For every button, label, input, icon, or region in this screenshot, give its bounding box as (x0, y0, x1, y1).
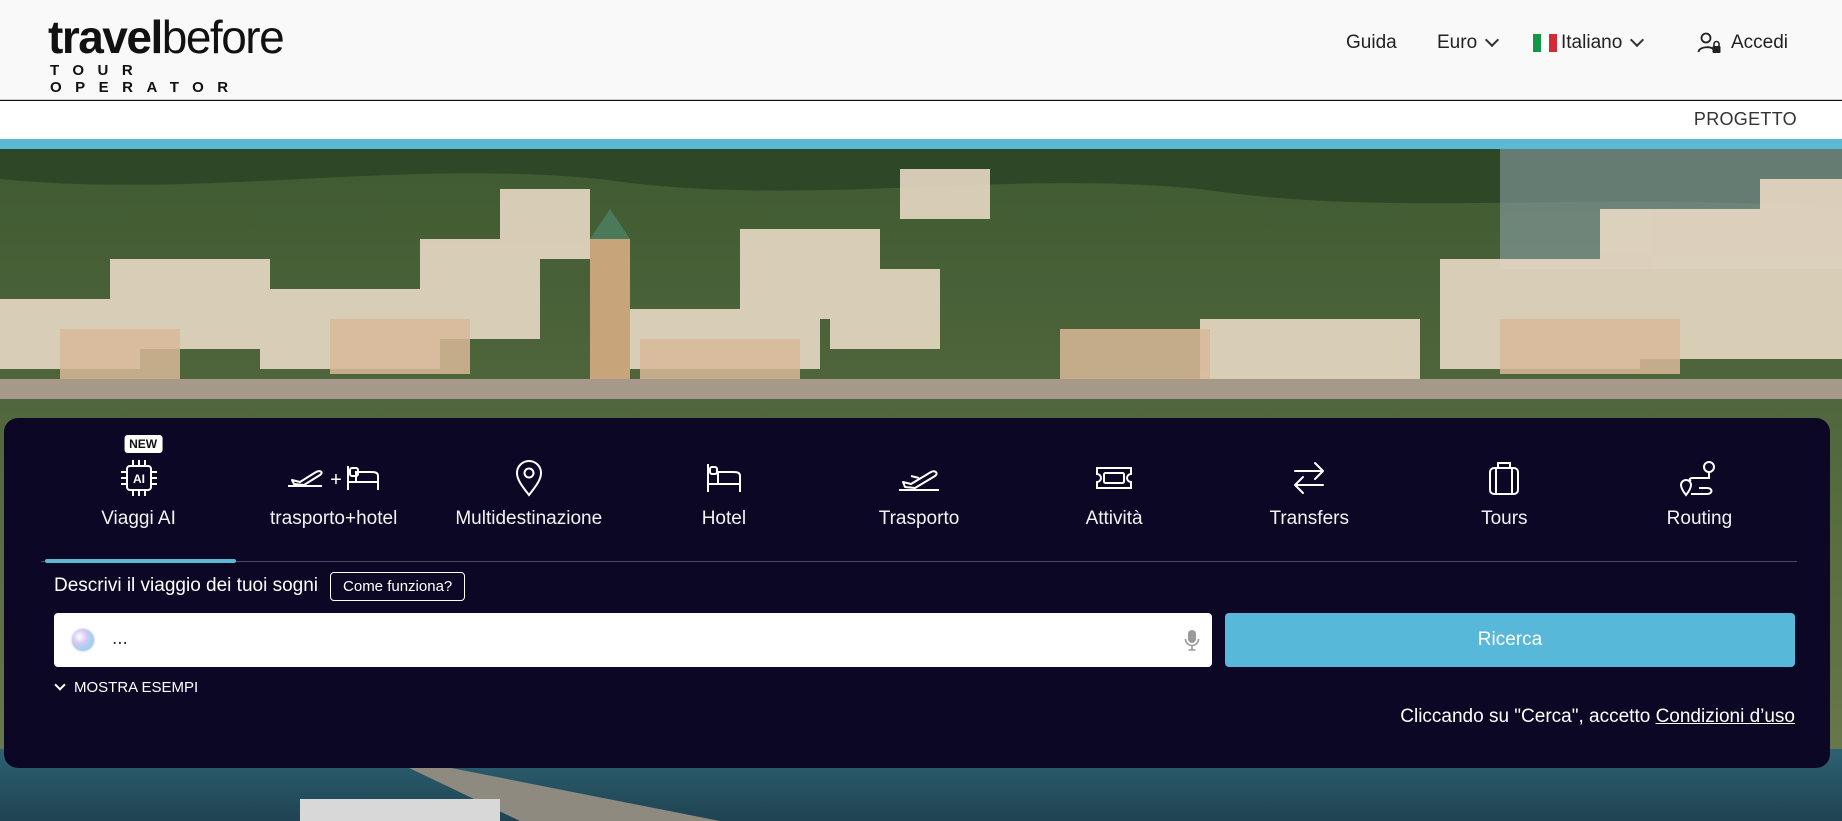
how-it-works-button[interactable]: Come funziona? (330, 571, 466, 601)
tab-trasporto[interactable]: Trasporto (821, 438, 1016, 561)
user-lock-icon (1697, 32, 1721, 53)
tab-transfers[interactable]: Transfers (1212, 438, 1407, 561)
tab-label: Tours (1481, 508, 1528, 529)
login-label: Accedi (1731, 32, 1789, 53)
tab-label: trasporto+hotel (270, 508, 398, 529)
ai-orb-icon (72, 629, 94, 651)
language-selector[interactable]: Italiano (1533, 30, 1645, 56)
sub-navigation: PROGETTO (0, 101, 1842, 139)
search-button[interactable]: Ricerca (1225, 613, 1795, 667)
terms-prefix: Cliccando su "Cerca", accetto (1400, 706, 1651, 727)
currency-label: Euro (1437, 32, 1478, 53)
currency-selector[interactable]: Euro (1437, 30, 1500, 56)
search-tabs: NEW AI Viaggi AI + trasporto+hotel Multi… (41, 435, 1797, 563)
svg-text:+: + (330, 469, 342, 491)
ai-chip-icon: AI (120, 460, 157, 496)
login-link[interactable]: Accedi (1697, 30, 1788, 56)
tab-multidestinazione[interactable]: Multidestinazione (431, 438, 626, 561)
site-header: travelbefore TOUR OPERATOR Guida Euro It… (0, 0, 1842, 100)
chevron-down-icon (1630, 32, 1645, 48)
tab-label: Attività (1085, 508, 1143, 529)
route-icon (1680, 461, 1716, 497)
input-value: ... (112, 628, 128, 649)
logo[interactable]: travelbefore TOUR OPERATOR (48, 11, 348, 96)
microphone-icon[interactable] (1184, 629, 1200, 651)
tab-tours[interactable]: Tours (1407, 438, 1602, 561)
tab-trasporto-hotel[interactable]: + trasporto+hotel (236, 438, 431, 561)
nav-guide-label: Guida (1346, 32, 1397, 53)
tab-label: Trasporto (878, 508, 960, 529)
trip-description-input[interactable]: ... (54, 613, 1212, 667)
terms-notice: Cliccando su "Cerca", accetto Condizioni… (1400, 706, 1795, 728)
tab-label: Viaggi AI (101, 508, 176, 529)
suitcase-icon (1489, 462, 1520, 495)
logo-tagline: TOUR OPERATOR (50, 62, 242, 96)
bed-icon (706, 464, 741, 492)
terms-link[interactable]: Condizioni d’uso (1656, 706, 1795, 727)
prompt-label: Descrivi il viaggio dei tuoi sogni (54, 575, 319, 596)
nav-guide-link[interactable]: Guida (1346, 30, 1397, 56)
tab-routing[interactable]: Routing (1602, 438, 1797, 561)
svg-text:AI: AI (133, 472, 145, 486)
new-badge: NEW (124, 435, 163, 453)
tab-label: Routing (1666, 508, 1733, 529)
show-examples-toggle[interactable]: MOSTRA ESEMPI (54, 679, 199, 696)
plane-icon (898, 470, 939, 491)
logo-wordmark: travelbefore (48, 11, 285, 63)
prompt-row: Descrivi il viaggio dei tuoi sogni Come … (54, 570, 466, 602)
tab-hotel[interactable]: Hotel (626, 438, 821, 561)
italy-flag-icon (1533, 34, 1557, 52)
tab-viaggi-ai[interactable]: NEW AI Viaggi AI (41, 435, 237, 563)
tab-label: Multidestinazione (455, 508, 603, 529)
search-panel: NEW AI Viaggi AI + trasporto+hotel Multi… (4, 418, 1830, 768)
swap-arrows-icon (1294, 462, 1325, 494)
map-pin-icon (515, 460, 542, 497)
ticket-icon (1096, 467, 1133, 489)
tab-attivita[interactable]: Attività (1017, 438, 1212, 561)
chevron-down-icon (1485, 32, 1500, 48)
search-button-label: Ricerca (1477, 629, 1543, 650)
language-label: Italiano (1561, 32, 1623, 53)
chevron-down-icon (54, 679, 66, 691)
nav-project-link[interactable]: PROGETTO (1694, 109, 1797, 130)
show-examples-label: MOSTRA ESEMPI (74, 679, 199, 696)
tab-label: Transfers (1269, 508, 1349, 529)
plane-plus-bed-icon: + (287, 466, 379, 491)
accent-divider (0, 139, 1842, 149)
tab-label: Hotel (701, 508, 747, 529)
